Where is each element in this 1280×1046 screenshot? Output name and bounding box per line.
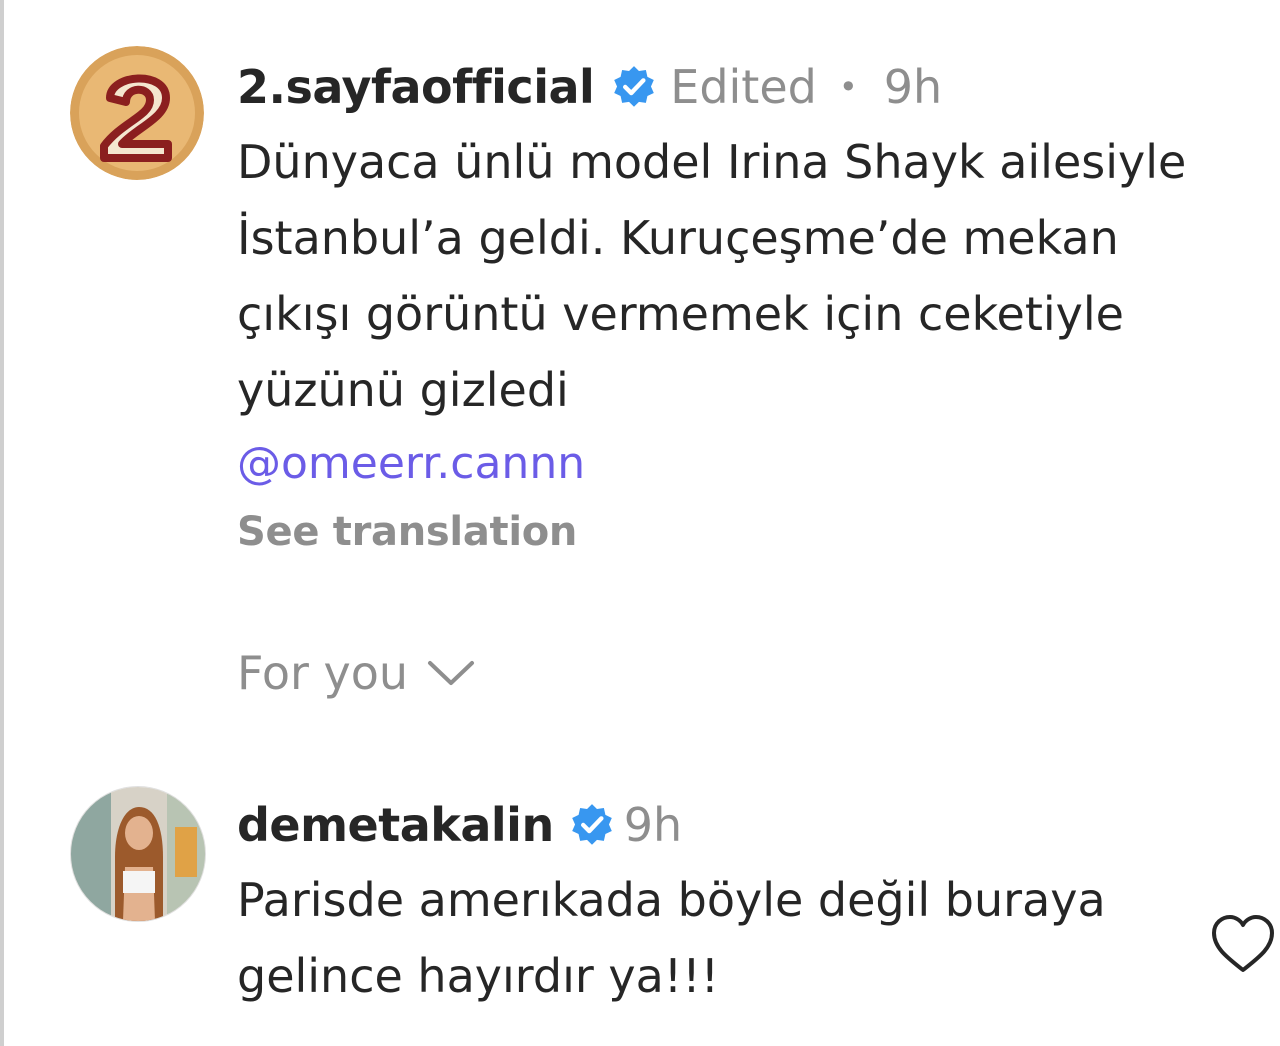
- chevron-down-icon: [428, 661, 475, 685]
- avatar[interactable]: [70, 46, 204, 180]
- verified-badge-icon: [571, 804, 612, 845]
- profile-photo: [71, 787, 205, 921]
- heart-icon[interactable]: [1208, 912, 1278, 976]
- comment-text: Parisde amerıkada böyle değil buraya gel…: [237, 873, 1106, 1003]
- window-edge: [0, 0, 4, 1046]
- comment-header: demetakalin 9h: [237, 792, 1197, 858]
- mention-link[interactable]: @omeerr.cannn: [237, 426, 1247, 502]
- sort-comments-button[interactable]: For you: [237, 640, 476, 706]
- meta-separator: •: [838, 68, 858, 106]
- post-username[interactable]: 2.sayfaofficial: [237, 60, 595, 114]
- edited-label: Edited: [670, 60, 817, 114]
- avatar[interactable]: [70, 786, 206, 922]
- comment-item: demetakalin 9h Parisde amerıkada böyle d…: [70, 786, 1280, 1026]
- verified-badge-icon: [614, 66, 655, 107]
- comment-username[interactable]: demetakalin: [237, 798, 554, 852]
- post-time[interactable]: 9h: [884, 60, 942, 114]
- logo-2-icon: [70, 46, 204, 180]
- caption-text: Dünyaca ünlü model Irina Shayk ailesiyle…: [237, 135, 1187, 417]
- comment-time[interactable]: 9h: [624, 798, 682, 852]
- see-translation-button[interactable]: See translation: [237, 502, 1247, 562]
- post-header: 2.sayfaofficial Edited • 9h: [237, 54, 1247, 120]
- sort-label: For you: [237, 646, 409, 700]
